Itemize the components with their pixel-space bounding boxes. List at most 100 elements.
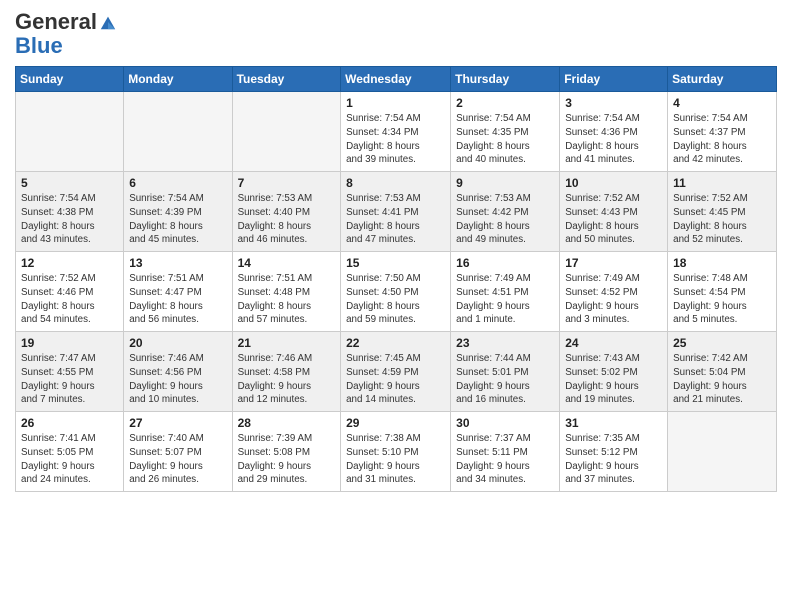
calendar-cell: 26Sunrise: 7:41 AM Sunset: 5:05 PM Dayli… xyxy=(16,412,124,492)
calendar-cell: 16 Sunrise: 7:49 AM Sunset: 4:51 PM Dayli… xyxy=(451,252,560,332)
day-info: Sunrise: 7:51 AM Sunset: 4:48 PM Dayligh… xyxy=(238,272,336,327)
day-number: 3 xyxy=(565,96,662,110)
day-number: 26 xyxy=(21,416,118,430)
day-info: Sunrise: 7:52 AM Sunset: 4:46 PM Dayligh… xyxy=(21,272,118,327)
calendar-cell: 21 Sunrise: 7:46 AM Sunset: 4:58 PM Dayli… xyxy=(232,332,341,412)
day-info: Sunrise: 7:52 AM Sunset: 4:45 PM Dayligh… xyxy=(673,192,771,247)
calendar-cell: 30 Sunrise: 7:37 AM Sunset: 5:11 PM Dayli… xyxy=(451,412,560,492)
day-info: Sunrise: 7:54 AM Sunset: 4:38 PM Dayligh… xyxy=(21,192,118,247)
day-number: 16 xyxy=(456,256,554,270)
calendar-week-5: 26Sunrise: 7:41 AM Sunset: 5:05 PM Dayli… xyxy=(16,412,777,492)
day-info: Sunrise: 7:40 AM Sunset: 5:07 PM Dayligh… xyxy=(129,432,226,487)
day-number: 27 xyxy=(129,416,226,430)
day-number: 13 xyxy=(129,256,226,270)
day-info: Sunrise: 7:43 AM Sunset: 5:02 PM Dayligh… xyxy=(565,352,662,407)
day-number: 19 xyxy=(21,336,118,350)
day-info: Sunrise: 7:39 AM Sunset: 5:08 PM Dayligh… xyxy=(238,432,336,487)
calendar-cell: 15 Sunrise: 7:50 AM Sunset: 4:50 PM Dayli… xyxy=(341,252,451,332)
day-info: Sunrise: 7:47 AM Sunset: 4:55 PM Dayligh… xyxy=(21,352,118,407)
calendar-cell: 1Sunrise: 7:54 AM Sunset: 4:34 PM Daylig… xyxy=(341,92,451,172)
calendar-cell: 22 Sunrise: 7:45 AM Sunset: 4:59 PM Dayli… xyxy=(341,332,451,412)
calendar-cell: 10Sunrise: 7:52 AM Sunset: 4:43 PM Dayli… xyxy=(560,172,668,252)
day-number: 15 xyxy=(346,256,445,270)
day-number: 11 xyxy=(673,176,771,190)
calendar-cell: 13 Sunrise: 7:51 AM Sunset: 4:47 PM Dayli… xyxy=(124,252,232,332)
calendar-cell: 6 Sunrise: 7:54 AM Sunset: 4:39 PM Daylig… xyxy=(124,172,232,252)
day-number: 6 xyxy=(129,176,226,190)
calendar-week-4: 19 Sunrise: 7:47 AM Sunset: 4:55 PM Dayli… xyxy=(16,332,777,412)
weekday-header-wednesday: Wednesday xyxy=(341,67,451,92)
day-info: Sunrise: 7:46 AM Sunset: 4:58 PM Dayligh… xyxy=(238,352,336,407)
day-number: 29 xyxy=(346,416,445,430)
calendar-cell: 4 Sunrise: 7:54 AM Sunset: 4:37 PM Daylig… xyxy=(668,92,777,172)
weekday-header-friday: Friday xyxy=(560,67,668,92)
day-info: Sunrise: 7:50 AM Sunset: 4:50 PM Dayligh… xyxy=(346,272,445,327)
day-number: 31 xyxy=(565,416,662,430)
day-number: 20 xyxy=(129,336,226,350)
day-info: Sunrise: 7:54 AM Sunset: 4:37 PM Dayligh… xyxy=(673,112,771,167)
day-number: 28 xyxy=(238,416,336,430)
weekday-header-sunday: Sunday xyxy=(16,67,124,92)
day-info: Sunrise: 7:54 AM Sunset: 4:39 PM Dayligh… xyxy=(129,192,226,247)
day-info: Sunrise: 7:48 AM Sunset: 4:54 PM Dayligh… xyxy=(673,272,771,327)
day-number: 7 xyxy=(238,176,336,190)
day-info: Sunrise: 7:53 AM Sunset: 4:40 PM Dayligh… xyxy=(238,192,336,247)
day-number: 30 xyxy=(456,416,554,430)
page: General Blue SundayMondayTuesdayWednesda… xyxy=(0,0,792,502)
day-number: 18 xyxy=(673,256,771,270)
day-number: 12 xyxy=(21,256,118,270)
day-info: Sunrise: 7:42 AM Sunset: 5:04 PM Dayligh… xyxy=(673,352,771,407)
day-number: 1 xyxy=(346,96,445,110)
weekday-header-monday: Monday xyxy=(124,67,232,92)
day-number: 23 xyxy=(456,336,554,350)
day-info: Sunrise: 7:54 AM Sunset: 4:36 PM Dayligh… xyxy=(565,112,662,167)
calendar-week-3: 12 Sunrise: 7:52 AM Sunset: 4:46 PM Dayli… xyxy=(16,252,777,332)
calendar-cell: 31Sunrise: 7:35 AM Sunset: 5:12 PM Dayli… xyxy=(560,412,668,492)
calendar-cell: 14 Sunrise: 7:51 AM Sunset: 4:48 PM Dayli… xyxy=(232,252,341,332)
weekday-header-row: SundayMondayTuesdayWednesdayThursdayFrid… xyxy=(16,67,777,92)
day-number: 4 xyxy=(673,96,771,110)
day-info: Sunrise: 7:51 AM Sunset: 4:47 PM Dayligh… xyxy=(129,272,226,327)
day-info: Sunrise: 7:49 AM Sunset: 4:51 PM Dayligh… xyxy=(456,272,554,327)
day-info: Sunrise: 7:52 AM Sunset: 4:43 PM Dayligh… xyxy=(565,192,662,247)
header: General Blue xyxy=(15,10,777,58)
day-number: 17 xyxy=(565,256,662,270)
day-info: Sunrise: 7:38 AM Sunset: 5:10 PM Dayligh… xyxy=(346,432,445,487)
day-number: 14 xyxy=(238,256,336,270)
day-number: 5 xyxy=(21,176,118,190)
calendar-cell: 7 Sunrise: 7:53 AM Sunset: 4:40 PM Daylig… xyxy=(232,172,341,252)
calendar-cell: 23Sunrise: 7:44 AM Sunset: 5:01 PM Dayli… xyxy=(451,332,560,412)
calendar-cell: 29 Sunrise: 7:38 AM Sunset: 5:10 PM Dayli… xyxy=(341,412,451,492)
calendar-cell xyxy=(124,92,232,172)
calendar-cell xyxy=(16,92,124,172)
calendar: SundayMondayTuesdayWednesdayThursdayFrid… xyxy=(15,66,777,492)
day-number: 9 xyxy=(456,176,554,190)
calendar-cell: 12 Sunrise: 7:52 AM Sunset: 4:46 PM Dayli… xyxy=(16,252,124,332)
calendar-cell: 27 Sunrise: 7:40 AM Sunset: 5:07 PM Dayli… xyxy=(124,412,232,492)
day-number: 22 xyxy=(346,336,445,350)
calendar-cell: 17Sunrise: 7:49 AM Sunset: 4:52 PM Dayli… xyxy=(560,252,668,332)
calendar-cell xyxy=(668,412,777,492)
day-info: Sunrise: 7:37 AM Sunset: 5:11 PM Dayligh… xyxy=(456,432,554,487)
day-number: 2 xyxy=(456,96,554,110)
calendar-week-1: 1Sunrise: 7:54 AM Sunset: 4:34 PM Daylig… xyxy=(16,92,777,172)
calendar-cell: 9 Sunrise: 7:53 AM Sunset: 4:42 PM Daylig… xyxy=(451,172,560,252)
day-info: Sunrise: 7:53 AM Sunset: 4:41 PM Dayligh… xyxy=(346,192,445,247)
calendar-cell: 20 Sunrise: 7:46 AM Sunset: 4:56 PM Dayli… xyxy=(124,332,232,412)
weekday-header-saturday: Saturday xyxy=(668,67,777,92)
calendar-cell: 25 Sunrise: 7:42 AM Sunset: 5:04 PM Dayli… xyxy=(668,332,777,412)
calendar-cell: 19 Sunrise: 7:47 AM Sunset: 4:55 PM Dayli… xyxy=(16,332,124,412)
day-number: 24 xyxy=(565,336,662,350)
calendar-cell: 24 Sunrise: 7:43 AM Sunset: 5:02 PM Dayli… xyxy=(560,332,668,412)
calendar-cell: 2Sunrise: 7:54 AM Sunset: 4:35 PM Daylig… xyxy=(451,92,560,172)
calendar-cell: 11 Sunrise: 7:52 AM Sunset: 4:45 PM Dayli… xyxy=(668,172,777,252)
day-number: 21 xyxy=(238,336,336,350)
day-info: Sunrise: 7:46 AM Sunset: 4:56 PM Dayligh… xyxy=(129,352,226,407)
calendar-week-2: 5 Sunrise: 7:54 AM Sunset: 4:38 PM Daylig… xyxy=(16,172,777,252)
calendar-cell: 8 Sunrise: 7:53 AM Sunset: 4:41 PM Daylig… xyxy=(341,172,451,252)
day-info: Sunrise: 7:45 AM Sunset: 4:59 PM Dayligh… xyxy=(346,352,445,407)
calendar-cell: 3 Sunrise: 7:54 AM Sunset: 4:36 PM Daylig… xyxy=(560,92,668,172)
day-number: 25 xyxy=(673,336,771,350)
day-number: 8 xyxy=(346,176,445,190)
day-info: Sunrise: 7:53 AM Sunset: 4:42 PM Dayligh… xyxy=(456,192,554,247)
